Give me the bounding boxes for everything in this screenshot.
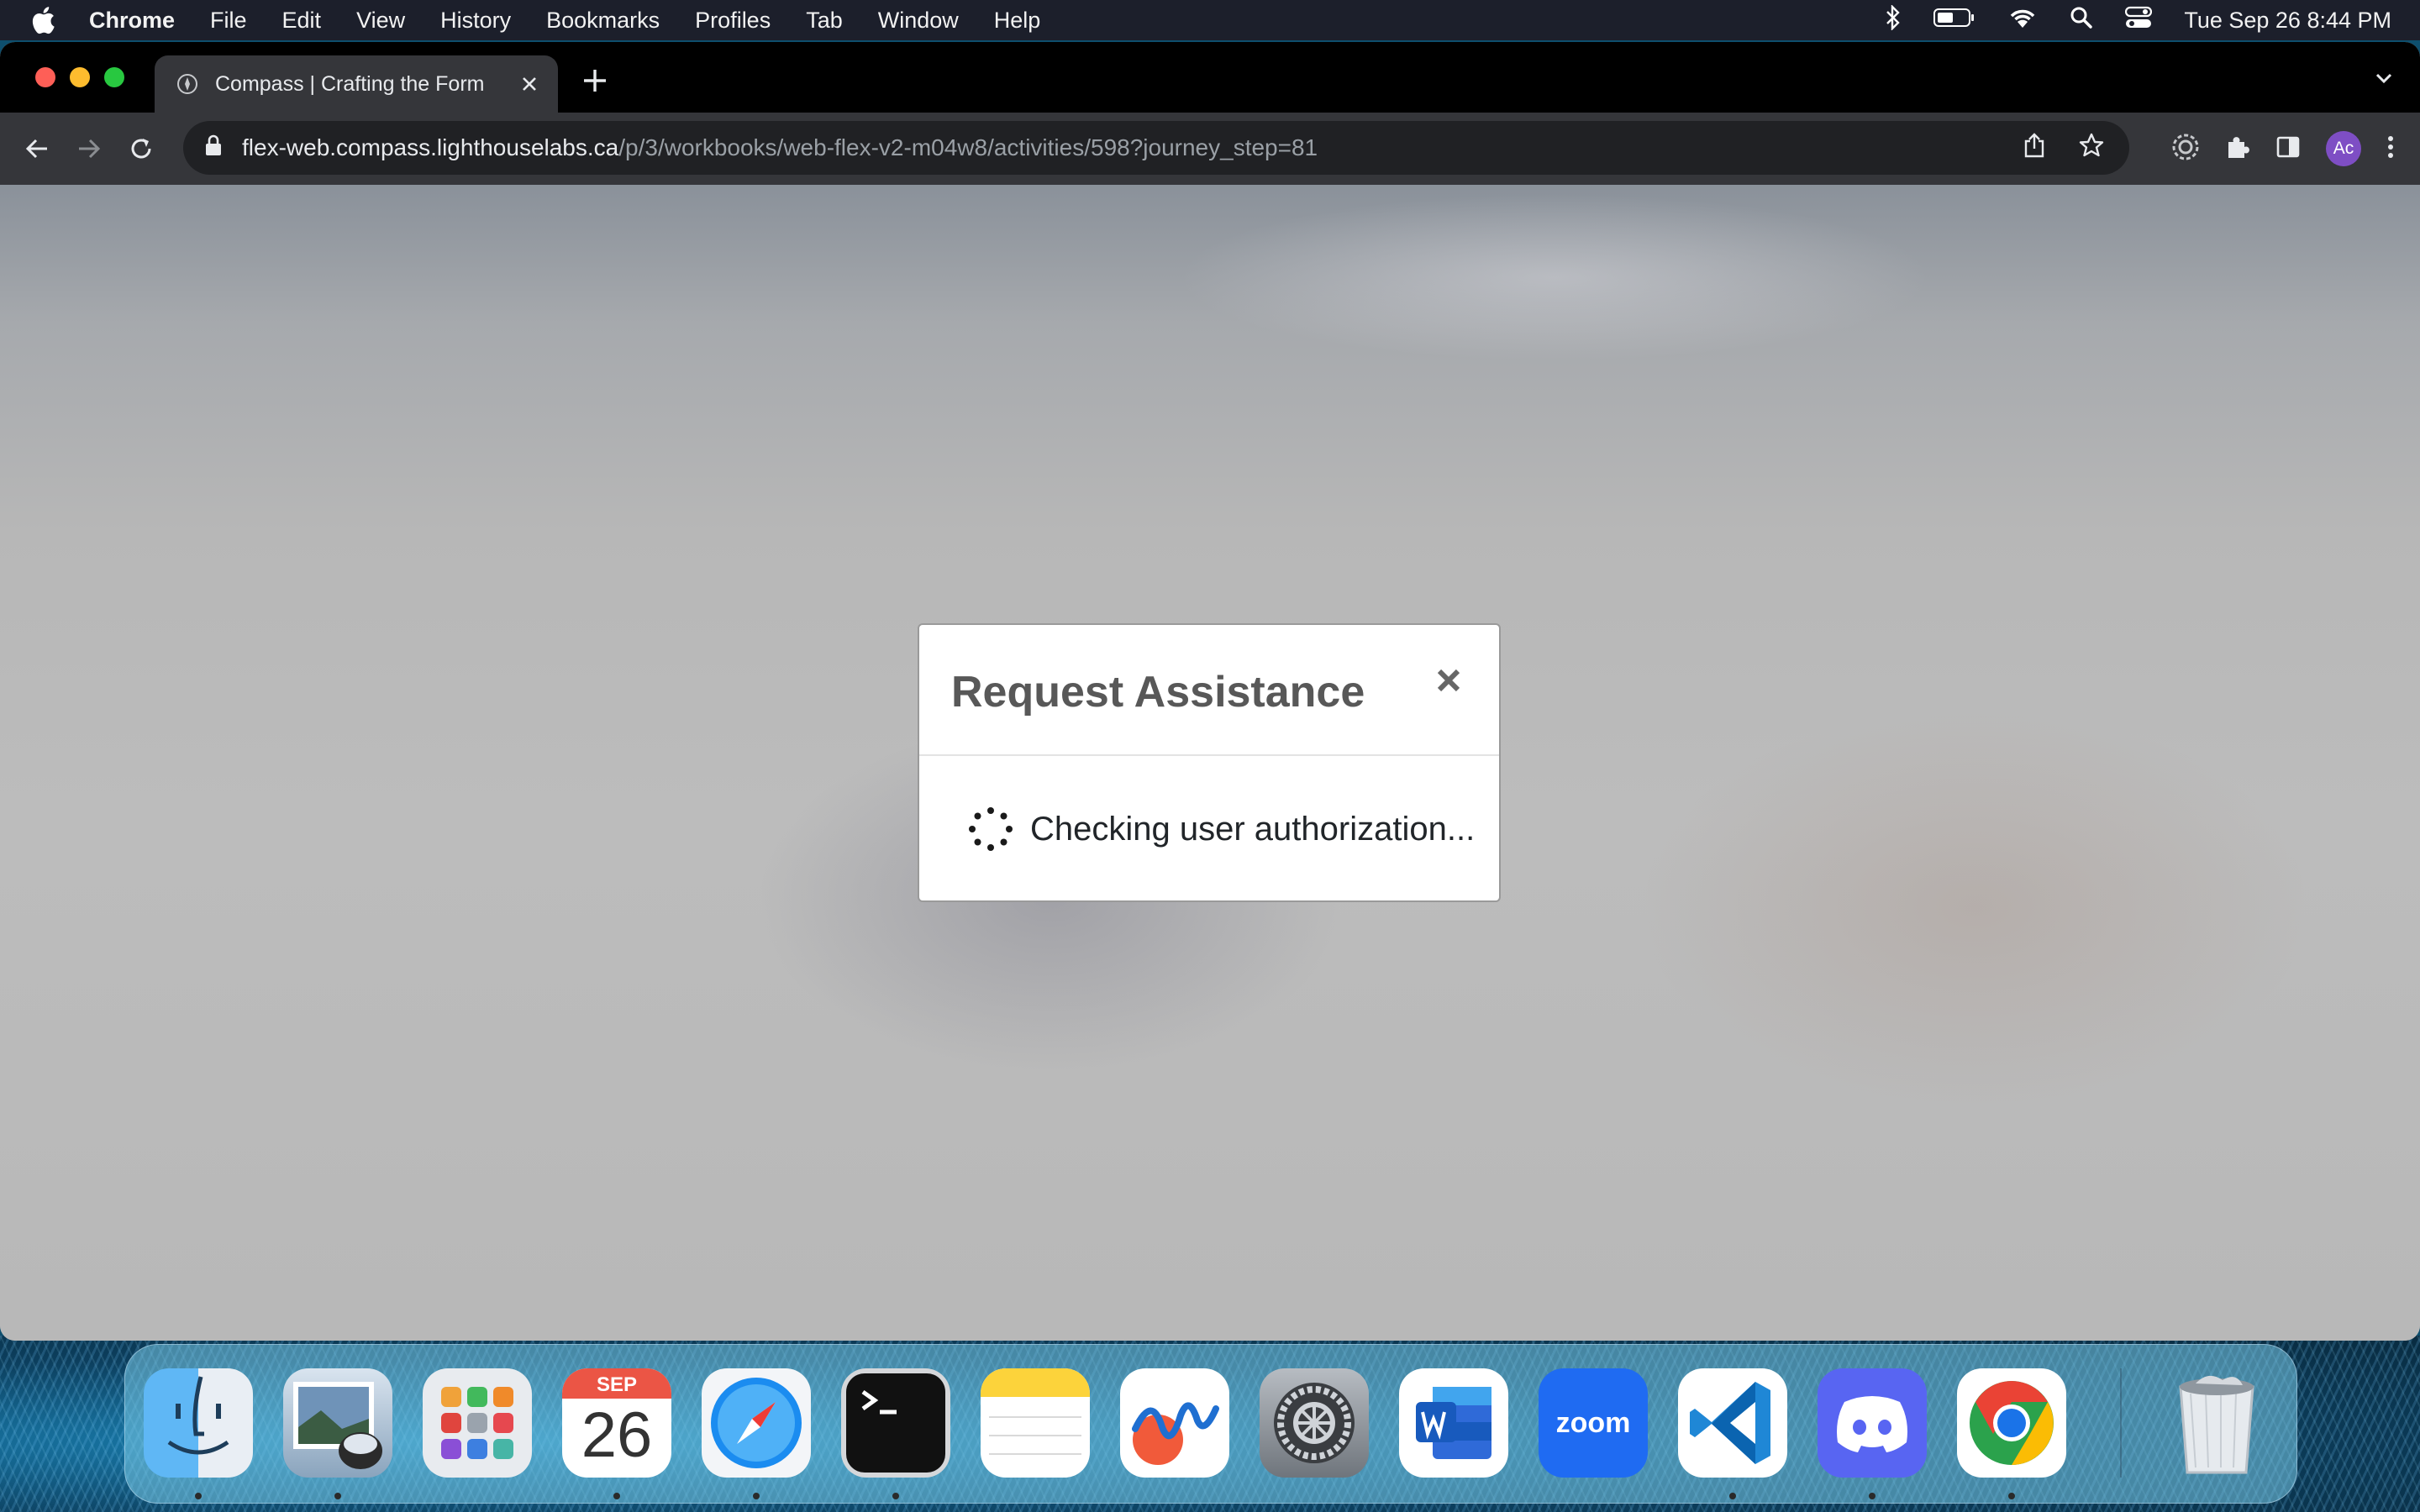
dock: SEP 26 zoom: [124, 1344, 2297, 1504]
freeform-icon[interactable]: [1120, 1368, 1229, 1478]
spotlight-search-icon[interactable]: [2070, 6, 2093, 35]
vscode-icon[interactable]: [1678, 1368, 1787, 1478]
notes-icon[interactable]: [981, 1368, 1090, 1478]
browser-toolbar: flex-web.compass.lighthouselabs.ca/p/3/w…: [0, 113, 2420, 185]
trash-icon[interactable]: [2162, 1368, 2271, 1478]
request-assistance-modal: Request Assistance Checking user authori…: [918, 623, 1501, 902]
tab-strip: Compass | Crafting the Form: [0, 42, 2420, 113]
side-panel-icon[interactable]: [2275, 134, 2301, 164]
close-window-button[interactable]: [35, 67, 55, 87]
url-path: /p/3/workbooks/web-flex-v2-m04w8/activit…: [618, 134, 1318, 160]
menu-profiles[interactable]: Profiles: [695, 8, 771, 34]
discord-icon[interactable]: [1818, 1368, 1927, 1478]
lock-icon[interactable]: [205, 134, 224, 162]
loading-spinner-icon: [966, 805, 1015, 853]
battery-icon[interactable]: [1933, 7, 1975, 34]
calendar-icon[interactable]: SEP 26: [562, 1368, 671, 1478]
new-tab-button[interactable]: [578, 60, 612, 102]
system-settings-icon[interactable]: [1260, 1368, 1369, 1478]
extensions-puzzle-icon[interactable]: [2225, 134, 2250, 164]
google-chrome-icon[interactable]: [1957, 1368, 2066, 1478]
back-arrow-icon[interactable]: [20, 132, 54, 165]
menu-help[interactable]: Help: [994, 8, 1041, 34]
reload-icon[interactable]: [124, 132, 158, 165]
zoom-icon[interactable]: zoom: [1539, 1368, 1648, 1478]
browser-tab-active[interactable]: Compass | Crafting the Form: [155, 55, 558, 113]
control-center-icon[interactable]: [2125, 6, 2153, 35]
calendar-month: SEP: [596, 1373, 638, 1396]
bluetooth-icon[interactable]: [1885, 3, 1902, 36]
menu-bar: Chrome File Edit View History Bookmarks …: [0, 0, 2420, 40]
launchpad-icon[interactable]: [423, 1368, 532, 1478]
menu-view[interactable]: View: [356, 8, 405, 34]
menu-tab[interactable]: Tab: [806, 8, 843, 34]
address-bar[interactable]: flex-web.compass.lighthouselabs.ca/p/3/w…: [183, 121, 2129, 175]
zoom-window-button[interactable]: [104, 67, 124, 87]
modal-title: Request Assistance: [951, 668, 1365, 717]
safari-icon[interactable]: [702, 1368, 811, 1478]
forward-arrow-icon[interactable]: [72, 132, 106, 165]
finder-icon[interactable]: [144, 1368, 253, 1478]
tab-search-chevron-down-icon[interactable]: [2373, 67, 2395, 93]
modal-close-icon[interactable]: [1430, 662, 1467, 699]
apple-menu-icon[interactable]: [30, 6, 64, 34]
window-controls: [35, 67, 124, 87]
share-icon[interactable]: [2023, 132, 2045, 164]
compass-favicon-icon: [176, 73, 198, 95]
extension-gear-icon[interactable]: [2171, 133, 2200, 165]
menu-bookmarks[interactable]: Bookmarks: [546, 8, 660, 34]
menu-history[interactable]: History: [440, 8, 511, 34]
authorization-status-text: Checking user authorization...: [1030, 810, 1476, 848]
modal-body: Checking user authorization...: [919, 756, 1499, 902]
menu-window[interactable]: Window: [878, 8, 959, 34]
preview-icon[interactable]: [283, 1368, 392, 1478]
menu-app-name[interactable]: Chrome: [89, 8, 175, 34]
profile-avatar[interactable]: Ac: [2326, 131, 2361, 166]
modal-header: Request Assistance: [919, 625, 1499, 756]
bookmark-star-icon[interactable]: [2079, 133, 2104, 164]
zoom-label: zoom: [1555, 1406, 1631, 1439]
minimize-window-button[interactable]: [70, 67, 90, 87]
more-menu-icon[interactable]: [2386, 134, 2395, 164]
terminal-icon[interactable]: [841, 1368, 950, 1478]
calendar-day: 26: [581, 1399, 653, 1471]
tab-close-icon[interactable]: [516, 69, 543, 100]
dock-separator: [2120, 1368, 2122, 1478]
extensions-area: Ac: [2171, 113, 2395, 185]
url-host: flex-web.compass.lighthouselabs.ca: [242, 134, 619, 160]
tab-title: Compass | Crafting the Form: [215, 71, 485, 96]
menu-file[interactable]: File: [210, 8, 247, 34]
menu-edit[interactable]: Edit: [282, 8, 322, 34]
microsoft-word-icon[interactable]: [1399, 1368, 1508, 1478]
menu-bar-clock[interactable]: Tue Sep 26 8:44 PM: [2184, 8, 2391, 34]
wifi-icon[interactable]: [2007, 6, 2038, 35]
